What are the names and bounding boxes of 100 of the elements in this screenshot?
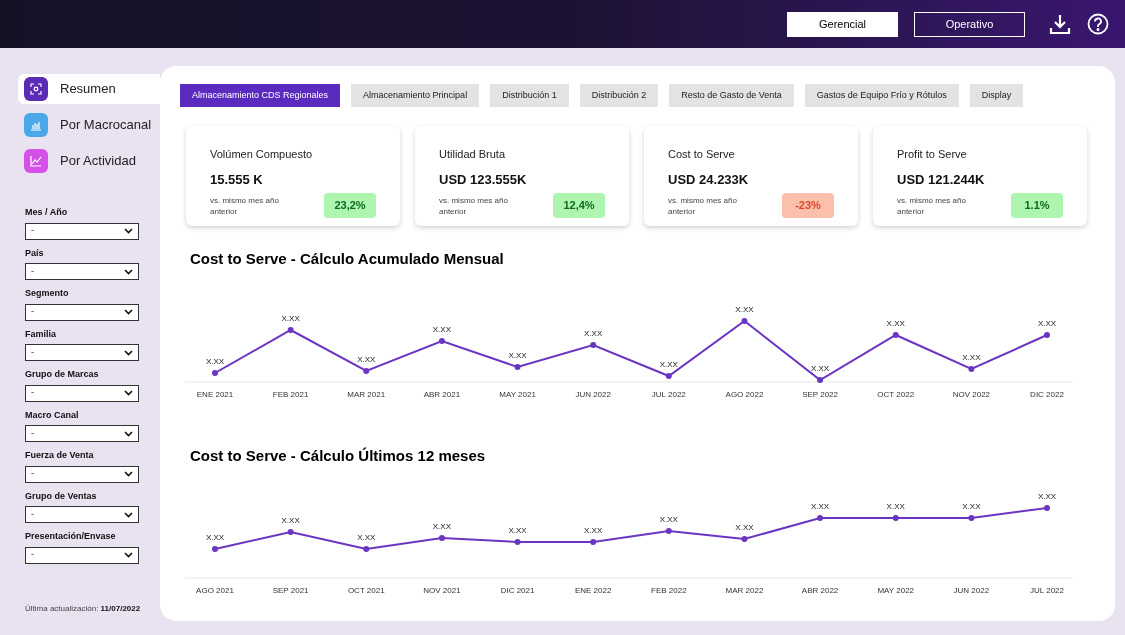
kpi-value: USD 121.244K bbox=[897, 170, 986, 189]
data-point bbox=[741, 536, 748, 542]
value-label: X.XX bbox=[508, 350, 527, 360]
filter-dropdown[interactable]: - bbox=[25, 506, 139, 523]
value-label: X.XX bbox=[357, 533, 376, 542]
data-point bbox=[438, 535, 445, 541]
filter-dropdown[interactable]: - bbox=[25, 344, 139, 361]
help-icon[interactable] bbox=[1087, 13, 1109, 35]
chart-title: Cost to Serve - Cálculo Acumulado Mensual bbox=[190, 249, 505, 269]
kpi-note: vs. mismo mes año anterior bbox=[210, 194, 280, 217]
filter-dropdown[interactable]: - bbox=[25, 546, 139, 564]
filter-dropdown[interactable]: - bbox=[25, 303, 139, 321]
nav-item[interactable]: Por Actividad bbox=[18, 146, 160, 176]
data-point bbox=[212, 369, 218, 376]
data-point bbox=[817, 515, 824, 521]
chevron-down-icon bbox=[124, 430, 133, 437]
change-badge: -23% bbox=[782, 193, 834, 218]
axis-label: ABR 2021 bbox=[423, 388, 461, 401]
tab[interactable]: Distribución 2 bbox=[579, 84, 659, 107]
data-point bbox=[817, 376, 824, 383]
value-label: X.XX bbox=[357, 354, 376, 364]
axis-label: OCT 2021 bbox=[347, 585, 385, 597]
nav-label: Resumen bbox=[60, 80, 116, 99]
kpi-title: Profit to Serve bbox=[897, 147, 968, 162]
axis-label: DIC 2022 bbox=[1030, 388, 1064, 401]
filter-label: Grupo de Marcas bbox=[25, 368, 100, 381]
value-label: X.XX bbox=[584, 328, 603, 338]
value-label: X.XX bbox=[1037, 318, 1057, 328]
filter-label: Presentación/Envase bbox=[25, 530, 117, 543]
tab[interactable]: Distribución 1 bbox=[490, 84, 569, 107]
tab[interactable]: Resto de Gasto de Venta bbox=[669, 84, 794, 107]
axis-label: JUN 2022 bbox=[953, 585, 990, 597]
data-point bbox=[968, 365, 975, 372]
nav-item[interactable]: Por Macrocanal bbox=[18, 110, 160, 140]
axis-label: ENE 2022 bbox=[574, 585, 612, 597]
chart-title: Cost to Serve - Cálculo Últimos 12 meses bbox=[190, 445, 487, 466]
data-point bbox=[363, 546, 370, 552]
value-label: X.XX bbox=[508, 526, 527, 535]
data-point bbox=[514, 363, 521, 370]
data-point bbox=[665, 528, 672, 534]
axis-label: SEP 2021 bbox=[272, 585, 309, 597]
value-label: X.XX bbox=[205, 356, 225, 366]
axis-label: MAY 2022 bbox=[877, 585, 915, 597]
download-icon[interactable] bbox=[1049, 13, 1071, 35]
data-point bbox=[287, 529, 294, 535]
filter-label: Segmento bbox=[25, 287, 70, 300]
filter-label: Familia bbox=[25, 327, 57, 341]
value-label: X.XX bbox=[962, 502, 981, 511]
change-badge: 1.1% bbox=[1011, 193, 1063, 218]
tab[interactable]: Almacenamiento CDS Regionales bbox=[180, 84, 341, 107]
filter-dropdown[interactable]: - bbox=[25, 465, 139, 483]
kpi-value: USD 123.555K bbox=[439, 170, 528, 189]
kpi-note: vs. mismo mes año anterior bbox=[897, 194, 967, 217]
data-point bbox=[968, 515, 975, 521]
view-button[interactable]: Operativo bbox=[914, 11, 1025, 37]
filter-dropdown[interactable]: - bbox=[25, 384, 139, 402]
value-label: X.XX bbox=[584, 526, 603, 535]
value-label: X.XX bbox=[886, 318, 905, 328]
axis-label: JUL 2022 bbox=[651, 388, 686, 401]
axis-label: OCT 2022 bbox=[877, 388, 915, 401]
view-button[interactable]: Gerencial bbox=[787, 11, 898, 37]
axis-label: JUL 2022 bbox=[1030, 585, 1064, 597]
tab[interactable]: Gastos de Equipo Frío y Rótulos bbox=[804, 84, 959, 107]
axis-label: NOV 2022 bbox=[952, 388, 991, 401]
filter-dropdown[interactable]: - bbox=[25, 425, 139, 442]
axis-label: MAR 2022 bbox=[725, 585, 764, 597]
value-label: X.XX bbox=[659, 359, 678, 369]
chevron-down-icon bbox=[124, 390, 133, 396]
data-point bbox=[438, 337, 445, 344]
data-point bbox=[363, 367, 370, 374]
nav-item[interactable]: Resumen bbox=[18, 74, 160, 104]
axis-label: JUN 2022 bbox=[575, 388, 611, 401]
axis-label: DIC 2021 bbox=[500, 585, 535, 597]
data-point bbox=[741, 317, 748, 324]
kpi-note: vs. mismo mes año anterior bbox=[439, 194, 509, 217]
axis-label: SEP 2022 bbox=[802, 388, 838, 401]
value-label: X.XX bbox=[962, 352, 981, 362]
data-point bbox=[590, 341, 597, 348]
value-label: X.XX bbox=[1037, 492, 1057, 501]
data-point bbox=[287, 326, 294, 333]
value-label: X.XX bbox=[735, 304, 754, 314]
data-point bbox=[1044, 331, 1050, 338]
data-point bbox=[665, 372, 672, 379]
value-label: X.XX bbox=[810, 363, 830, 373]
data-point bbox=[212, 546, 218, 552]
axis-label: ABR 2022 bbox=[801, 585, 839, 597]
chevron-down-icon bbox=[124, 309, 133, 315]
nav-label: Por Macrocanal bbox=[60, 116, 152, 135]
axis-label: NOV 2021 bbox=[423, 585, 461, 597]
tab[interactable]: Almacenamiento Principal bbox=[351, 84, 480, 107]
chevron-down-icon bbox=[124, 268, 133, 275]
filter-dropdown[interactable]: - bbox=[25, 222, 139, 240]
chevron-down-icon bbox=[124, 471, 133, 477]
filter-label: País bbox=[25, 246, 45, 260]
tab[interactable]: Display bbox=[969, 84, 1024, 107]
filter-dropdown[interactable]: - bbox=[25, 263, 139, 280]
chevron-down-icon bbox=[124, 228, 133, 234]
nav-label: Por Actividad bbox=[60, 152, 136, 171]
value-label: X.XX bbox=[659, 515, 678, 524]
data-point bbox=[892, 515, 899, 521]
